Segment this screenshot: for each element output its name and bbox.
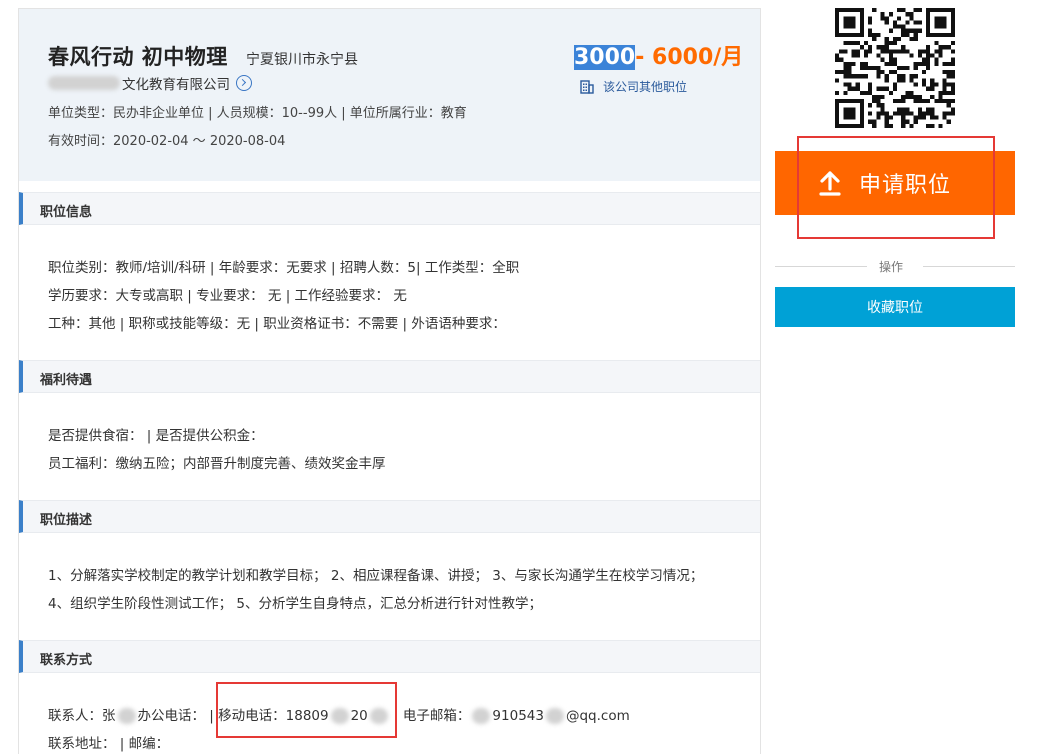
other-jobs-link[interactable]: 该公司其他职位 [580, 78, 687, 95]
section-title: 福利待遇 [40, 373, 93, 388]
office-phone: 办公电话： [137, 708, 206, 724]
contact-person: 联系人：张 [48, 708, 116, 724]
section-header-benefits: 福利待遇 [19, 360, 760, 393]
email-blurred [472, 708, 491, 724]
qr-code-icon [835, 8, 955, 128]
salary-max: - 6000/月 [635, 45, 744, 70]
benefits-line-1: 是否提供食宿： | 是否提供公积金： [48, 428, 264, 444]
divider-line [775, 266, 867, 267]
salary: 3000- 6000/月 [574, 39, 743, 71]
job-info-line-2: 学历要求：大专或高职 | 专业要求： 无 | 工作经验要求： 无 [48, 288, 407, 304]
job-header: 春风行动 初中物理 宁夏银川市永宁县 3000- 6000/月 文化教育有限公司… [19, 9, 760, 181]
email-mid: 910543 [492, 708, 544, 724]
highlight-box-apply [797, 136, 995, 239]
job-title: 春风行动 初中物理 [48, 45, 228, 69]
company-link[interactable]: 文化教育有限公司 [48, 73, 252, 93]
job-detail-panel: 春风行动 初中物理 宁夏银川市永宁县 3000- 6000/月 文化教育有限公司… [18, 8, 761, 754]
section-header-job-info: 职位信息 [19, 192, 760, 225]
job-location: 宁夏银川市永宁县 [246, 52, 358, 68]
operations-divider: 操作 [775, 258, 1015, 274]
chevron-right-circle-icon[interactable] [236, 75, 252, 91]
building-icon [580, 79, 594, 94]
description-line-1: 1、分解落实学校制定的教学计划和教学目标； 2、相应课程备课、讲授； 3、与家长… [48, 568, 704, 584]
job-info-line-3: 工种：其他 | 职称或技能等级：无 | 职业资格证书：不需要 | 外语语种要求： [48, 316, 506, 332]
section-title: 职位描述 [40, 513, 93, 528]
other-jobs-label: 该公司其他职位 [603, 80, 688, 94]
favorite-job-label: 收藏职位 [867, 300, 923, 316]
salary-min-selected: 3000 [574, 45, 636, 70]
operations-label: 操作 [879, 260, 904, 274]
email-label: | 电子邮箱： [394, 708, 471, 724]
favorite-job-button[interactable]: 收藏职位 [775, 287, 1015, 327]
company-name: 文化教育有限公司 [122, 77, 230, 93]
company-name-blurred [48, 76, 120, 90]
section-title: 职位信息 [40, 205, 93, 220]
section-header-contact: 联系方式 [19, 640, 760, 673]
section-title: 联系方式 [40, 653, 93, 668]
divider-line [923, 266, 1015, 267]
contact-address: 联系地址： | 邮编： [48, 736, 170, 752]
email-blurred [545, 708, 564, 724]
company-meta: 单位类型：民办非企业单位 | 人员规模：10--99人 | 单位所属行业：教育 [48, 106, 467, 121]
highlight-box-mobile [216, 682, 397, 738]
valid-period: 有效时间：2020-02-04 ～ 2020-08-04 [48, 134, 286, 149]
description-line-2: 4、组织学生阶段性测试工作； 5、分析学生自身特点，汇总分析进行针对性教学； [48, 596, 542, 612]
job-info-line-1: 职位类别：教师/培训/科研 | 年龄要求：无要求 | 招聘人数：5| 工作类型：… [48, 260, 520, 276]
benefits-line-2: 员工福利：缴纳五险；内部晋升制度完善、绩效奖金丰厚 [48, 456, 386, 472]
email-suffix: @qq.com [565, 708, 630, 724]
section-header-description: 职位描述 [19, 500, 760, 533]
contact-name-blurred [117, 708, 136, 724]
